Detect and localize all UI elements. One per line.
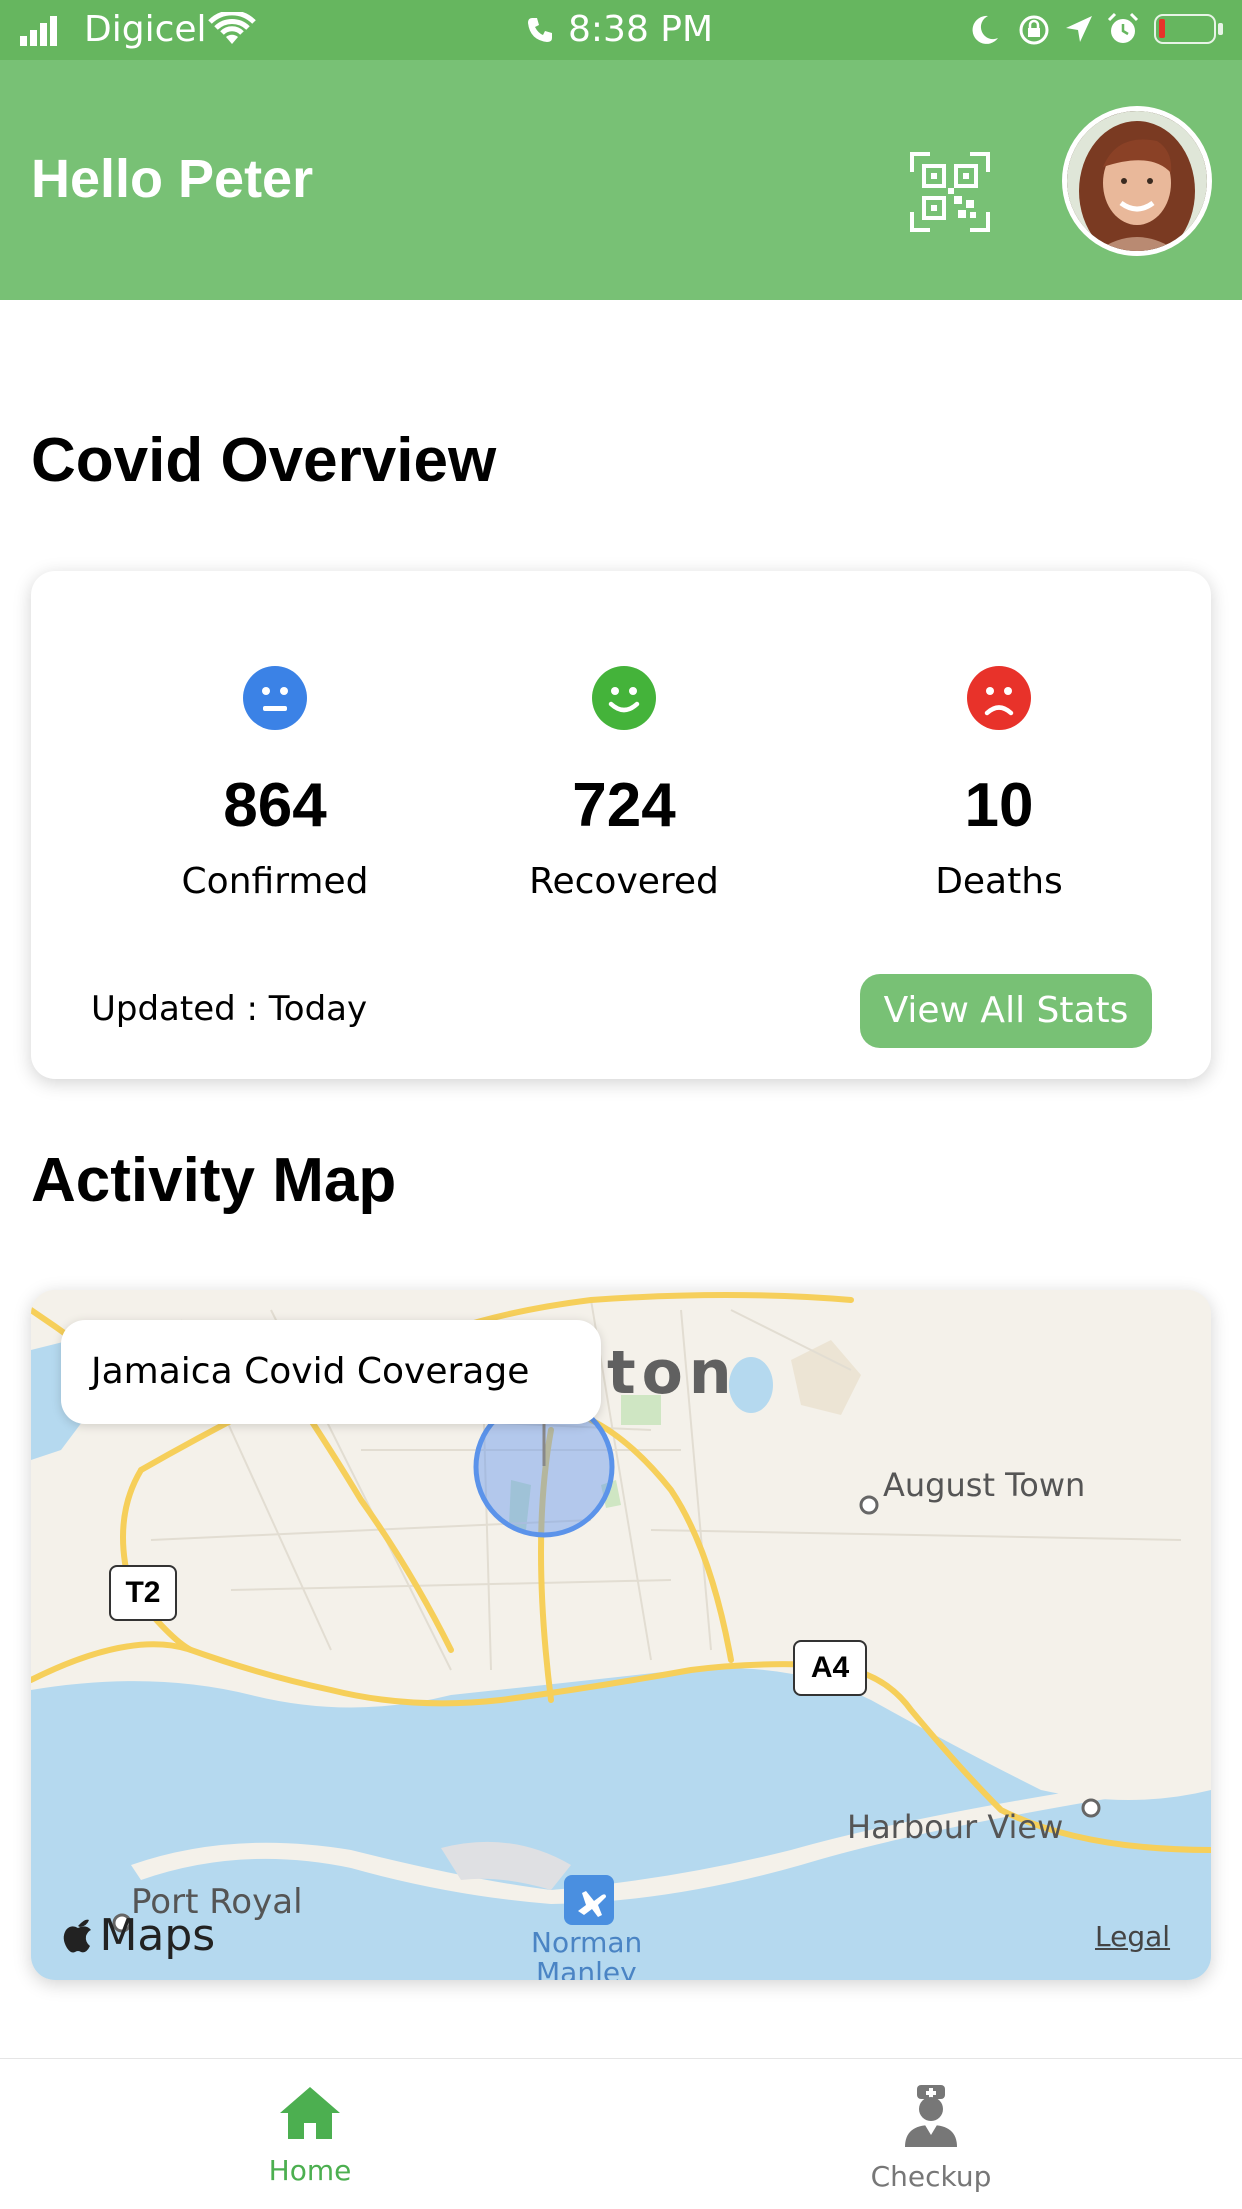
neutral-face-icon [243,666,307,730]
nav-checkup-label: Checkup [870,2160,992,2193]
activity-map[interactable]: ton August Town Harbour View Port Royal … [31,1290,1211,1980]
status-bar: Digicel 8:38 PM [0,0,1242,60]
updated-text: Updated : Today [91,989,368,1029]
phone-call-icon [528,18,552,42]
doctor-icon [905,2085,957,2147]
map-tooltip[interactable]: Jamaica Covid Coverage [61,1320,601,1424]
moon-icon [972,15,998,44]
nav-home-label: Home [268,2154,352,2187]
deaths-count: 10 [964,771,1034,840]
nav-home[interactable]: Home [160,2085,460,2187]
recovered-count: 724 [572,771,676,840]
sad-face-icon [967,666,1031,730]
qr-code-button[interactable] [910,152,990,232]
battery-icon [1154,14,1216,44]
stat-deaths: 10 Deaths [849,666,1149,902]
profile-photo [1067,111,1207,251]
status-time: 8:38 PM [568,9,714,50]
map-label-manley: Manley [536,1956,637,1980]
stat-recovered: 724 Recovered [474,666,774,902]
airport-icon [564,1875,614,1925]
nav-checkup[interactable]: Checkup [781,2085,1081,2193]
confirmed-label: Confirmed [181,861,369,902]
bottom-navigation: Home Checkup [0,2058,1242,2209]
deaths-label: Deaths [935,861,1063,902]
confirmed-count: 864 [223,771,327,840]
map-label-august-town: August Town [883,1466,1086,1504]
view-all-stats-button[interactable]: View All Stats [860,974,1152,1048]
apple-logo-icon [63,1919,91,1953]
user-avatar[interactable] [1062,106,1212,256]
smiling-face-icon [592,666,656,730]
recovered-label: Recovered [529,861,719,902]
app-header: Hello Peter [0,60,1242,300]
wifi-icon [208,12,256,44]
covid-overview-title: Covid Overview [31,426,497,495]
maps-brand-text: Maps [99,1910,216,1961]
location-arrow-icon [1066,16,1092,42]
activity-map-title: Activity Map [31,1146,397,1215]
map-label-city: ton [607,1338,738,1408]
map-label-norman: Norman [531,1926,643,1959]
home-icon [280,2087,340,2139]
orientation-lock-icon [1019,15,1049,45]
stat-confirmed: 864 Confirmed [125,666,425,902]
apple-maps-attribution: Maps [61,1910,215,1961]
greeting-title: Hello Peter [31,149,314,209]
covid-overview-card: 864 Confirmed 724 Recovered 10 Deaths Up… [31,571,1211,1079]
road-shield-t2: T2 [109,1565,177,1621]
carrier-name: Digicel [84,9,207,50]
signal-icon [20,16,57,46]
alarm-icon [1107,12,1139,43]
map-label-harbour-view: Harbour View [847,1808,1064,1846]
road-shield-a4: A4 [793,1640,867,1696]
qr-code-icon [910,152,990,232]
legal-link[interactable]: Legal [1095,1920,1170,1953]
